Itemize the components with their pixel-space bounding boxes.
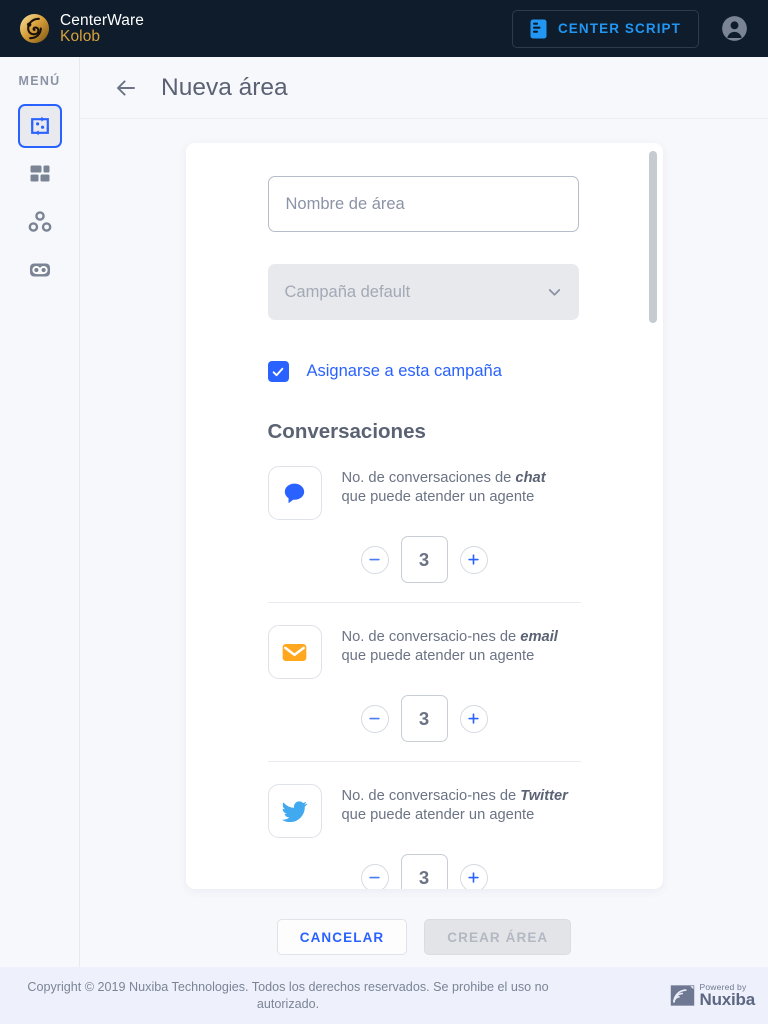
brand-text: CenterWare Kolob: [60, 11, 144, 45]
twitter-increment-button[interactable]: [459, 863, 488, 889]
script-document-icon: [530, 19, 547, 38]
twitter-channel-icon-box: [267, 784, 322, 838]
create-area-button: CREAR ÁREA: [424, 919, 572, 955]
chat-channel-icon-box: [267, 466, 322, 520]
chat-stepper: [268, 536, 581, 583]
email-increment-button[interactable]: [459, 704, 488, 733]
sidebar-item-voicemail[interactable]: [18, 248, 62, 292]
cancel-button[interactable]: CANCELAR: [276, 919, 408, 955]
chat-text-suffix: que puede atender un agente: [341, 488, 535, 505]
email-text-suffix: que puede atender un agente: [341, 647, 535, 664]
form-actions: CANCELAR CREAR ÁREA: [105, 919, 743, 955]
chat-text-prefix: No. de conversaciones de: [341, 470, 516, 486]
assign-campaign-checkbox[interactable]: [267, 361, 289, 382]
email-stepper: [268, 695, 581, 742]
email-value-input[interactable]: [400, 695, 448, 742]
conversation-row-email: No. de conversacio-nes de email que pued…: [267, 602, 581, 742]
top-bar: CenterWare Kolob CENTER SCRIPT: [0, 0, 768, 57]
user-account-icon: [722, 16, 747, 41]
conversation-head: No. de conversacio-nes de Twitter que pu…: [267, 784, 581, 838]
conversation-row-chat: No. de conversaciones de chat que puede …: [267, 444, 581, 583]
centerware-swirl-logo-icon: [19, 13, 50, 44]
email-description: No. de conversacio-nes de email que pued…: [342, 625, 558, 665]
top-bar-actions: CENTER SCRIPT: [511, 9, 748, 48]
twitter-value-input[interactable]: [400, 854, 448, 889]
brand-name-line1: CenterWare: [60, 11, 144, 29]
plus-icon: [468, 554, 479, 565]
twitter-stepper: [268, 854, 581, 889]
email-channel-name: email: [520, 629, 558, 645]
minus-icon: [369, 876, 380, 879]
page-footer: Copyright © 2019 Nuxiba Technologies. To…: [0, 967, 768, 1024]
area-exchange-icon: [30, 116, 49, 136]
nuxiba-logo: Powered by Nuxiba: [670, 983, 756, 1010]
email-text-prefix: No. de conversacio-nes de: [341, 629, 521, 645]
copyright-text: Copyright © 2019 Nuxiba Technologies. To…: [27, 979, 549, 1011]
sidebar-item-dashboard[interactable]: [18, 152, 62, 196]
email-channel-icon-box: [267, 625, 322, 679]
area-name-input[interactable]: [267, 176, 579, 232]
twitter-channel-name: Twitter: [520, 788, 568, 804]
minus-icon: [369, 558, 380, 561]
chat-decrement-button[interactable]: [360, 545, 389, 574]
sidebar-menu-label: MENÚ: [18, 74, 61, 88]
card-scrollbar-thumb[interactable]: [648, 151, 657, 323]
nodes-hierarchy-icon: [28, 211, 51, 232]
nuxiba-wordmark: Nuxiba: [699, 990, 756, 1010]
sidebar-item-nodes[interactable]: [18, 200, 62, 244]
card-content: Campaña default Asignarse a esta campaña: [186, 143, 663, 889]
conversation-head: No. de conversaciones de chat que puede …: [267, 466, 581, 520]
card-area: Campaña default Asignarse a esta campaña: [80, 119, 768, 955]
campaign-select[interactable]: Campaña default: [267, 264, 579, 320]
chat-bubble-icon: [284, 483, 305, 503]
check-icon: [272, 367, 284, 376]
page-title: Nueva área: [161, 73, 288, 101]
arrow-left-icon: [117, 79, 135, 96]
twitter-text-suffix: que puede atender un agente: [341, 806, 535, 823]
brand-logo[interactable]: CenterWare Kolob: [19, 11, 144, 45]
voicemail-icon: [29, 263, 50, 277]
twitter-bird-icon: [281, 800, 308, 822]
conversation-row-twitter: No. de conversacio-nes de Twitter que pu…: [267, 761, 581, 889]
nuxiba-swoosh-icon: [670, 985, 694, 1006]
twitter-decrement-button[interactable]: [360, 863, 389, 889]
powered-by-text: Powered by Nuxiba: [699, 983, 756, 1010]
conversations-section-title: Conversaciones: [267, 420, 426, 443]
twitter-text-prefix: No. de conversacio-nes de: [341, 788, 521, 804]
card-scrollbar[interactable]: [648, 143, 657, 889]
sidebar: MENÚ: [0, 57, 80, 967]
campaign-select-value: Campaña default: [284, 282, 411, 301]
minus-icon: [369, 717, 380, 720]
center-script-label: CENTER SCRIPT: [557, 21, 681, 36]
main-content: Nueva área Campaña default: [80, 57, 768, 967]
grid-dashboard-icon: [30, 165, 49, 182]
twitter-description: No. de conversacio-nes de Twitter que pu…: [342, 784, 568, 824]
envelope-icon: [282, 643, 307, 661]
chat-increment-button[interactable]: [459, 545, 488, 574]
plus-icon: [468, 872, 479, 883]
chevron-down-icon: [545, 283, 564, 302]
email-decrement-button[interactable]: [360, 704, 389, 733]
user-account-button[interactable]: [721, 15, 748, 42]
assign-campaign-label[interactable]: Asignarse a esta campaña: [307, 362, 502, 381]
sidebar-item-areas[interactable]: [17, 104, 62, 148]
back-button[interactable]: [113, 75, 139, 101]
chat-description: No. de conversaciones de chat que puede …: [342, 466, 546, 506]
new-area-card: Campaña default Asignarse a esta campaña: [185, 143, 663, 889]
center-script-button[interactable]: CENTER SCRIPT: [511, 9, 699, 48]
assign-campaign-row: Asignarse a esta campaña: [267, 361, 581, 382]
chat-channel-name: chat: [515, 470, 546, 486]
conversation-head: No. de conversacio-nes de email que pued…: [267, 625, 581, 679]
page-header: Nueva área: [80, 57, 768, 119]
chat-value-input[interactable]: [400, 536, 448, 583]
brand-name-line2: Kolob: [60, 27, 101, 45]
plus-icon: [468, 713, 479, 724]
